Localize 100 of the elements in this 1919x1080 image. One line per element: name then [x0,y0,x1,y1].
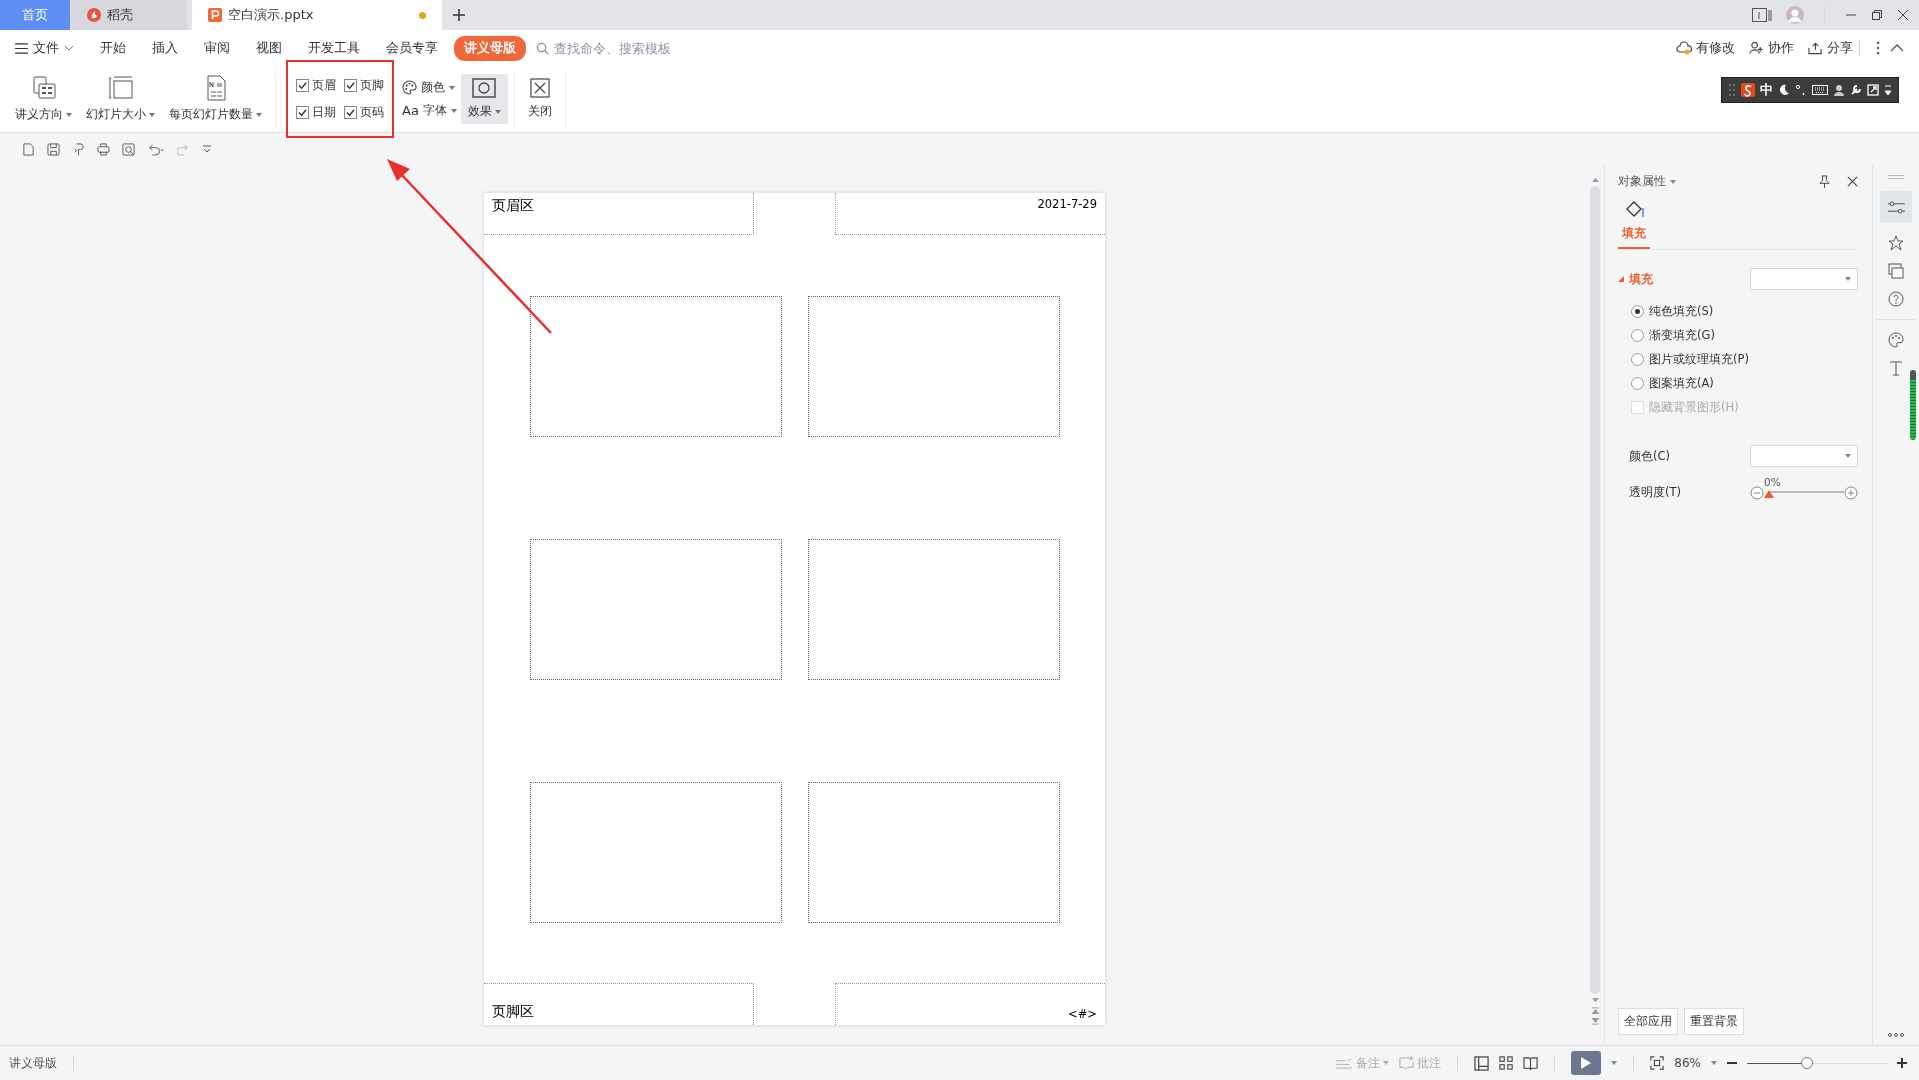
radio-button[interactable] [1631,329,1644,342]
print-icon[interactable] [97,142,110,156]
menu-tab[interactable]: 插入 [142,35,188,61]
zoom-percentage[interactable]: 86% [1674,1056,1701,1070]
radio-button[interactable] [1631,377,1644,390]
document-tab[interactable]: 空白演示.pptx [192,0,442,30]
radio-option[interactable]: 纯色填充(S) [1631,304,1858,319]
file-menu[interactable]: 文件 [15,35,84,61]
menu-tab[interactable]: 开始 [90,35,136,61]
star-icon[interactable] [1888,235,1904,251]
dropdown-icon [1884,84,1892,96]
collapse-icon[interactable] [1890,44,1904,52]
page-number-text: <#> [1068,1007,1097,1021]
person-icon [1833,84,1845,96]
slide-size-icon [107,75,134,101]
help-icon[interactable] [1888,291,1904,307]
toolbar-action[interactable]: 协作 [1749,39,1794,57]
print-preview-icon[interactable] [122,142,135,156]
panel-button[interactable]: 全部应用 [1618,1008,1678,1035]
play-button[interactable] [1571,1051,1602,1075]
slides-icon[interactable] [1888,263,1904,279]
theme-button[interactable]: 颜色 [402,79,457,96]
checkbox-option[interactable]: 页码 [344,104,384,121]
next-page-icon[interactable] [1591,1018,1599,1025]
close-icon[interactable] [1847,176,1858,187]
close-button[interactable]: 关闭 [520,74,559,124]
section-title: 填充 [1629,270,1653,288]
customize-icon[interactable] [202,144,212,154]
transparency-label: 透明度(T) [1629,485,1681,500]
properties-tool[interactable] [1880,191,1912,223]
zoom-slider[interactable] [1747,1057,1887,1069]
effects-button[interactable]: 效果 [460,74,508,124]
input-method-bar[interactable]: 中 [1721,77,1899,103]
zoom-in-icon[interactable] [1897,1058,1907,1068]
previous-page-icon[interactable] [1591,1007,1599,1014]
format-painter-icon[interactable] [72,142,85,156]
decrease-icon[interactable] [1750,485,1764,500]
window-count-icon[interactable] [1752,8,1772,22]
save-icon[interactable] [47,142,60,156]
reading-view-icon[interactable] [1523,1055,1539,1071]
scroll-down-icon[interactable] [1591,998,1599,1003]
slider-thumb[interactable] [1764,489,1774,498]
drag-handle-icon[interactable] [1888,175,1904,179]
new-file-icon[interactable] [22,142,35,156]
notes-icon [1336,1057,1354,1069]
close-icon [529,78,550,98]
checkbox-option[interactable]: 页眉 [296,77,336,94]
caret-icon [1845,454,1851,458]
radio-option[interactable]: 图片或纹理填充(P) [1631,352,1858,367]
document-tab[interactable]: 稻壳 [71,0,187,30]
search-icon [536,41,549,55]
text-icon[interactable] [1888,360,1904,376]
new-tab-icon[interactable] [452,8,466,22]
expanded-triangle-icon[interactable] [1618,276,1624,282]
external-icon [1867,84,1879,96]
radio-button[interactable] [1631,305,1644,318]
menu-tab[interactable]: 审阅 [194,35,240,61]
search-field[interactable]: 查找命令、搜索模板 [536,39,706,57]
scroll-up-icon[interactable] [1591,177,1599,182]
menu-tab[interactable]: 视图 [246,35,292,61]
panel-button[interactable]: 重置背景 [1684,1008,1744,1035]
menu-tab[interactable]: 会员专享 [376,35,448,61]
restore-icon[interactable] [1871,9,1883,21]
undo-icon[interactable] [147,142,165,156]
zoom-slider-thumb[interactable] [1800,1057,1813,1069]
more-icon[interactable] [1876,41,1880,55]
checkbox[interactable] [344,106,357,119]
radio-option[interactable]: 图案填充(A) [1631,376,1858,391]
caret-icon [449,85,455,90]
close-icon[interactable] [1897,9,1909,21]
date-text: 2021-7-29 [1037,197,1097,213]
toolbar-action[interactable]: 有修改 [1676,39,1735,57]
radio-button[interactable] [1631,353,1644,366]
panel-title[interactable]: 对象属性 [1618,173,1666,190]
grid-view-icon[interactable] [1499,1056,1514,1070]
checkbox[interactable] [296,106,309,119]
caret-icon[interactable] [1611,1061,1618,1065]
theme-button[interactable]: Aa 字体 [402,102,457,119]
ribbon-button[interactable]: 每页幻灯片数量 [162,71,269,127]
palette-icon[interactable] [1888,332,1904,348]
increase-icon[interactable] [1844,485,1858,500]
ribbon-button[interactable]: 幻灯片大小 [79,71,162,127]
checkbox[interactable] [344,79,357,92]
checkbox-option[interactable]: 页脚 [344,77,384,94]
fit-to-window-icon[interactable] [1650,1056,1665,1070]
transparency-slider[interactable]: 0% [1764,475,1844,500]
more-icon[interactable] [1888,1033,1904,1037]
normal-view-icon[interactable] [1474,1055,1490,1071]
ribbon-button[interactable]: 讲义方向 [8,71,79,127]
toolbar-action[interactable]: 分享 [1808,39,1853,57]
radio-option[interactable]: 渐变填充(G) [1631,328,1858,343]
pin-icon[interactable] [1818,175,1831,188]
color-dropdown[interactable] [1750,445,1858,467]
menu-tab[interactable]: 开发工具 [298,35,370,61]
scrollbar-thumb[interactable] [1590,186,1600,994]
caret-icon[interactable] [1711,1061,1717,1065]
checkbox[interactable] [296,79,309,92]
ime-mode: 中 [1760,81,1773,99]
moon-icon [1778,84,1790,96]
checkbox-option[interactable]: 日期 [296,104,336,121]
